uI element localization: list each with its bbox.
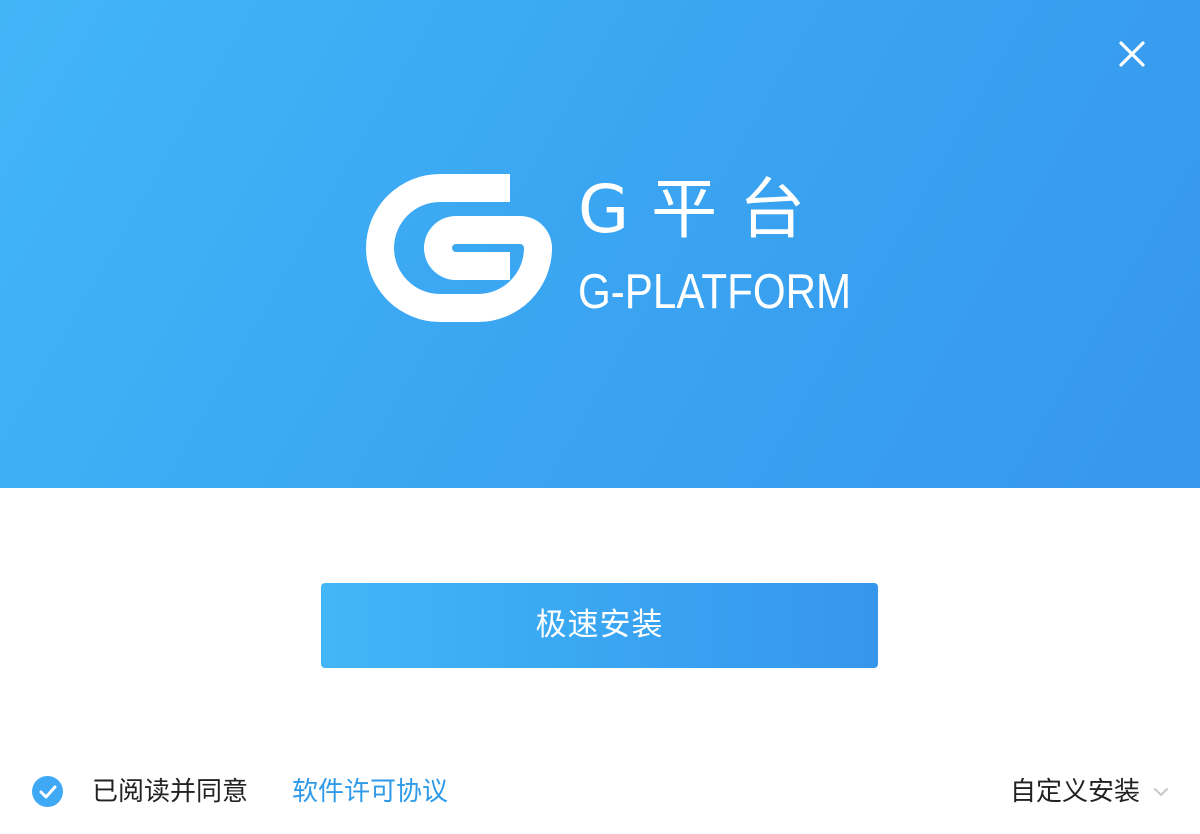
agree-checkbox[interactable] [32, 776, 63, 807]
footer: 已阅读并同意 软件许可协议 自定义安装 [0, 760, 1200, 824]
header-banner: G平台 G-PLATFORM [0, 0, 1200, 488]
brand-name-en: G-PLATFORM [578, 265, 852, 319]
close-icon [1119, 41, 1145, 67]
close-button[interactable] [1112, 34, 1152, 74]
quick-install-button[interactable]: 极速安装 [321, 583, 878, 668]
license-agreement-link[interactable]: 软件许可协议 [292, 774, 448, 810]
check-icon [39, 785, 57, 799]
custom-install-label: 自定义安装 [1009, 777, 1140, 807]
chevron-down-icon [1154, 788, 1168, 796]
custom-install-button[interactable]: 自定义安装 [1010, 774, 1170, 810]
brand-name-cn: G平台 [578, 171, 828, 248]
g-logo-icon [360, 168, 560, 328]
agree-label: 已阅读并同意 [92, 777, 249, 807]
installer-window: G平台 G-PLATFORM 极速安装 已阅读并同意 软件许可协议 自定义安装 [0, 0, 1200, 834]
